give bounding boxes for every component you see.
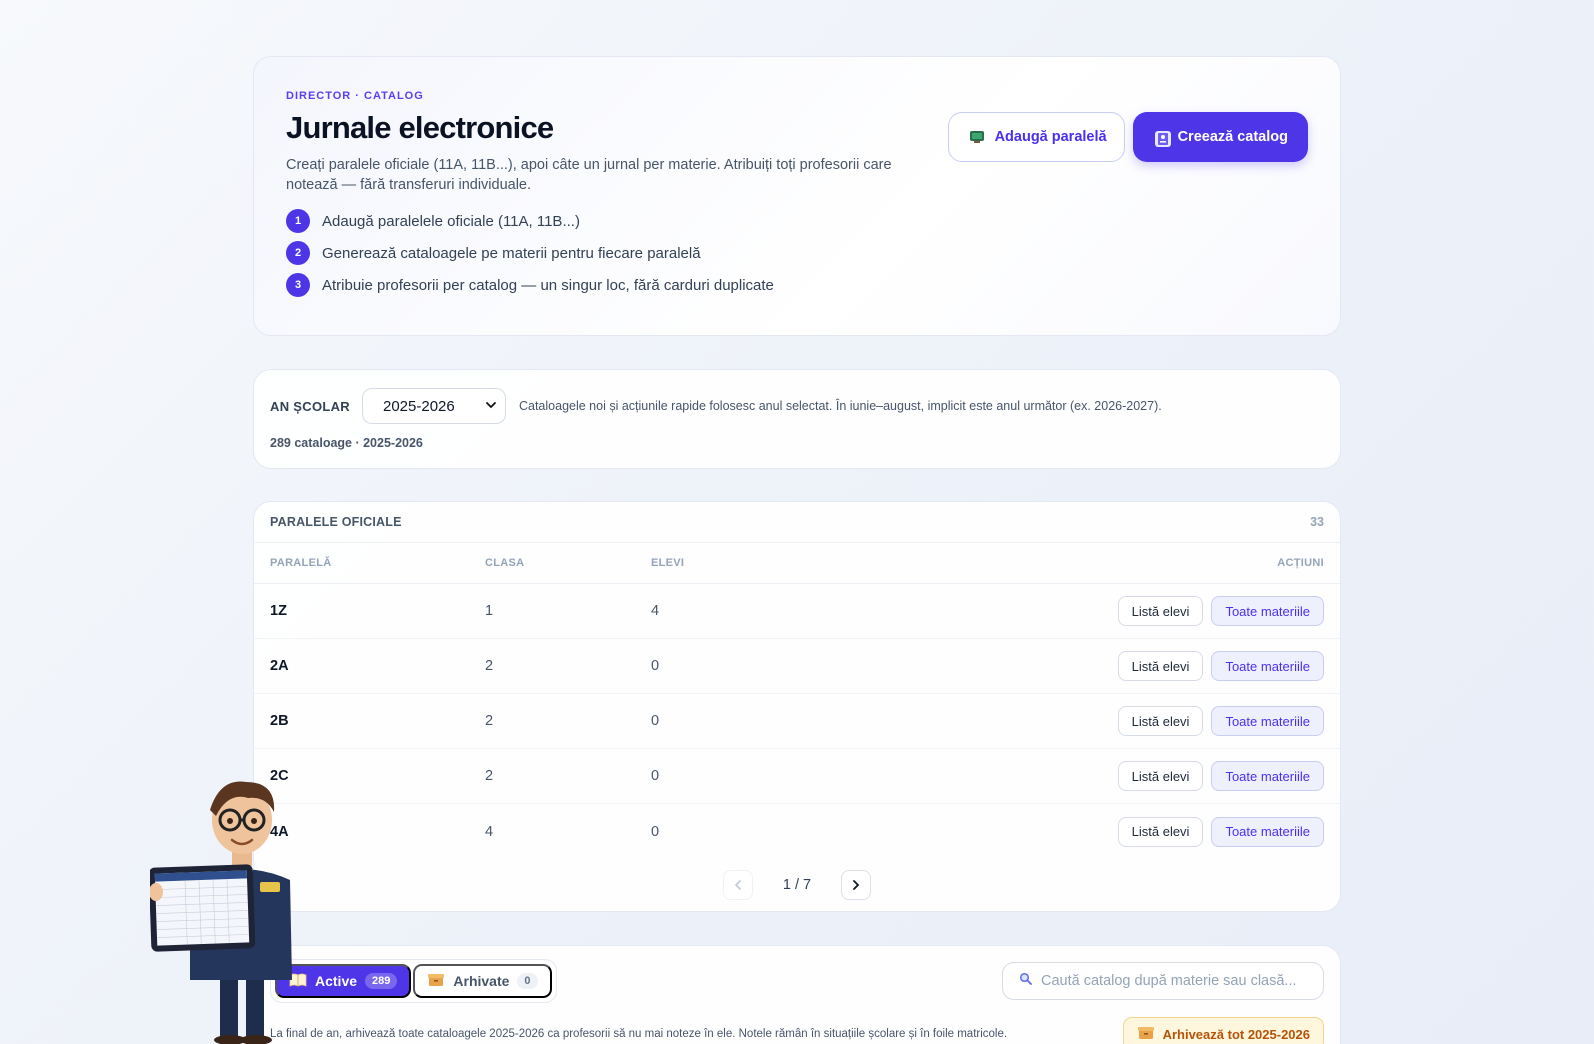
parallel-students: 4 — [651, 603, 660, 619]
tab-active-label: Active — [315, 973, 358, 989]
pagination: 1 / 7 — [254, 870, 1340, 900]
all-subjects-button[interactable]: Toate materiile — [1211, 596, 1324, 626]
student-list-button[interactable]: Listă elevi — [1117, 761, 1204, 791]
column-header-parallel: PARALELĂ — [270, 557, 332, 569]
column-header-class: CLASA — [485, 557, 525, 569]
parallel-class: 2 — [485, 768, 494, 784]
chevron-left-icon — [734, 880, 741, 890]
archive-all-label: Arhivează tot 2025-2026 — [1162, 1026, 1310, 1042]
hero-actions: Adaugă paralelă Creează catalog — [947, 112, 1308, 162]
parallel-name: 4A — [270, 823, 289, 840]
parallel-students: 0 — [651, 658, 660, 674]
parallel-name: 2B — [270, 713, 289, 729]
table-header-row: PARALELĂ CLASA ELEVI ACȚIUNI — [254, 543, 1340, 584]
school-year-card: AN ȘCOLAR 2025-2026 Cataloagele noi și a… — [253, 369, 1341, 469]
search-icon — [1019, 972, 1032, 990]
catalog-count: 289 cataloage · 2025-2026 — [270, 436, 423, 450]
tab-active[interactable]: Active 289 — [275, 964, 412, 998]
breadcrumb: DIRECTOR · CATALOG — [286, 90, 424, 102]
step-item: 2 Generează cataloagele pe materii pentr… — [286, 241, 1308, 265]
step-text: Atribuie profesorii per catalog — un sin… — [322, 276, 774, 294]
table-row: 2A 2 0 Listă elevi Toate materiile — [254, 639, 1340, 694]
page-indicator: 1 / 7 — [782, 877, 812, 893]
parallel-name: 2A — [270, 658, 289, 674]
add-parallel-button[interactable]: Adaugă paralelă — [947, 112, 1125, 162]
archive-box-icon — [427, 972, 445, 991]
parallel-class: 2 — [485, 713, 494, 729]
page-description: Creați paralele oficiale (11A, 11B...), … — [286, 157, 892, 193]
chevron-down-icon — [485, 399, 497, 414]
binder-icon — [1153, 129, 1171, 147]
table-row: 4A 4 0 Listă elevi Toate materiile — [254, 804, 1340, 859]
table-row: 1Z 1 4 Listă elevi Toate materiile — [254, 584, 1340, 639]
add-parallel-label: Adaugă paralelă — [994, 129, 1107, 145]
parallels-count: 33 — [1310, 515, 1324, 529]
parallels-card: PARALELE OFICIALE 33 PARALELĂ CLASA ELEV… — [253, 501, 1341, 912]
parallel-students: 0 — [651, 823, 660, 840]
table-row: 2C 2 0 Listă elevi Toate materiile — [254, 749, 1340, 804]
next-page-button[interactable] — [841, 870, 871, 900]
school-year-label: AN ȘCOLAR — [270, 398, 350, 414]
step-number: 2 — [286, 241, 310, 265]
create-catalog-button[interactable]: Creează catalog — [1132, 112, 1308, 162]
step-number: 1 — [286, 209, 310, 233]
student-list-button[interactable]: Listă elevi — [1117, 651, 1204, 681]
catalog-search-input[interactable]: Caută catalog după materie sau clasă... — [1002, 962, 1324, 1000]
all-subjects-button[interactable]: Toate materiile — [1211, 651, 1324, 681]
previous-page-button[interactable] — [723, 870, 753, 900]
archive-all-button[interactable]: Arhivează tot 2025-2026 — [1122, 1017, 1324, 1044]
all-subjects-button[interactable]: Toate materiile — [1211, 816, 1324, 847]
parallels-title: PARALELE OFICIALE — [270, 515, 402, 529]
all-subjects-button[interactable]: Toate materiile — [1211, 761, 1324, 791]
catalogs-card: Active 289 Arhivate 0 Caută catalog după… — [253, 945, 1341, 1044]
catalog-status-tabs: Active 289 Arhivate 0 — [270, 959, 557, 1003]
step-item: 1 Adaugă paralelele oficiale (11A, 11B..… — [286, 209, 1308, 233]
all-subjects-button[interactable]: Toate materiile — [1211, 706, 1324, 736]
parallel-name: 2C — [270, 768, 289, 784]
archive-note: La final de an, arhivează toate cataloag… — [270, 1028, 1008, 1040]
classroom-icon — [969, 129, 985, 145]
school-year-value: 2025-2026 — [382, 397, 455, 415]
step-number: 3 — [286, 273, 310, 297]
parallel-class: 2 — [485, 658, 494, 674]
director-mascot-illustration — [148, 770, 295, 1044]
tab-archived[interactable]: Arhivate 0 — [413, 964, 552, 998]
chevron-right-icon — [853, 880, 860, 890]
step-item: 3 Atribuie profesorii per catalog — un s… — [286, 273, 1308, 297]
parallel-name: 1Z — [270, 603, 287, 619]
tab-archived-count: 0 — [517, 973, 538, 989]
search-placeholder: Caută catalog după materie sau clasă... — [1041, 973, 1297, 989]
hero-card: DIRECTOR · CATALOG Jurnale electronice C… — [253, 56, 1341, 336]
create-catalog-label: Creează catalog — [1177, 129, 1288, 145]
school-year-note: Cataloagele noi și acțiunile rapide folo… — [518, 399, 1162, 413]
student-list-button[interactable]: Listă elevi — [1117, 706, 1204, 736]
parallels-header: PARALELE OFICIALE 33 — [254, 502, 1340, 543]
student-list-button[interactable]: Listă elevi — [1117, 816, 1204, 847]
tab-archived-label: Arhivate — [453, 973, 510, 989]
school-year-select[interactable]: 2025-2026 — [361, 388, 506, 424]
parallel-students: 0 — [651, 768, 660, 784]
parallel-students: 0 — [651, 713, 660, 729]
column-header-actions: ACȚIUNI — [1277, 557, 1324, 569]
column-header-students: ELEVI — [651, 557, 685, 569]
step-text: Adaugă paralelele oficiale (11A, 11B...) — [322, 212, 580, 230]
table-row: 2B 2 0 Listă elevi Toate materiile — [254, 694, 1340, 749]
parallel-class: 4 — [485, 823, 494, 840]
student-list-button[interactable]: Listă elevi — [1117, 596, 1204, 626]
steps-list: 1 Adaugă paralelele oficiale (11A, 11B..… — [286, 209, 1308, 297]
tab-active-count: 289 — [365, 973, 398, 989]
parallel-class: 1 — [485, 603, 494, 619]
archive-box-icon — [1137, 1025, 1155, 1044]
step-text: Generează cataloagele pe materii pentru … — [322, 244, 701, 262]
